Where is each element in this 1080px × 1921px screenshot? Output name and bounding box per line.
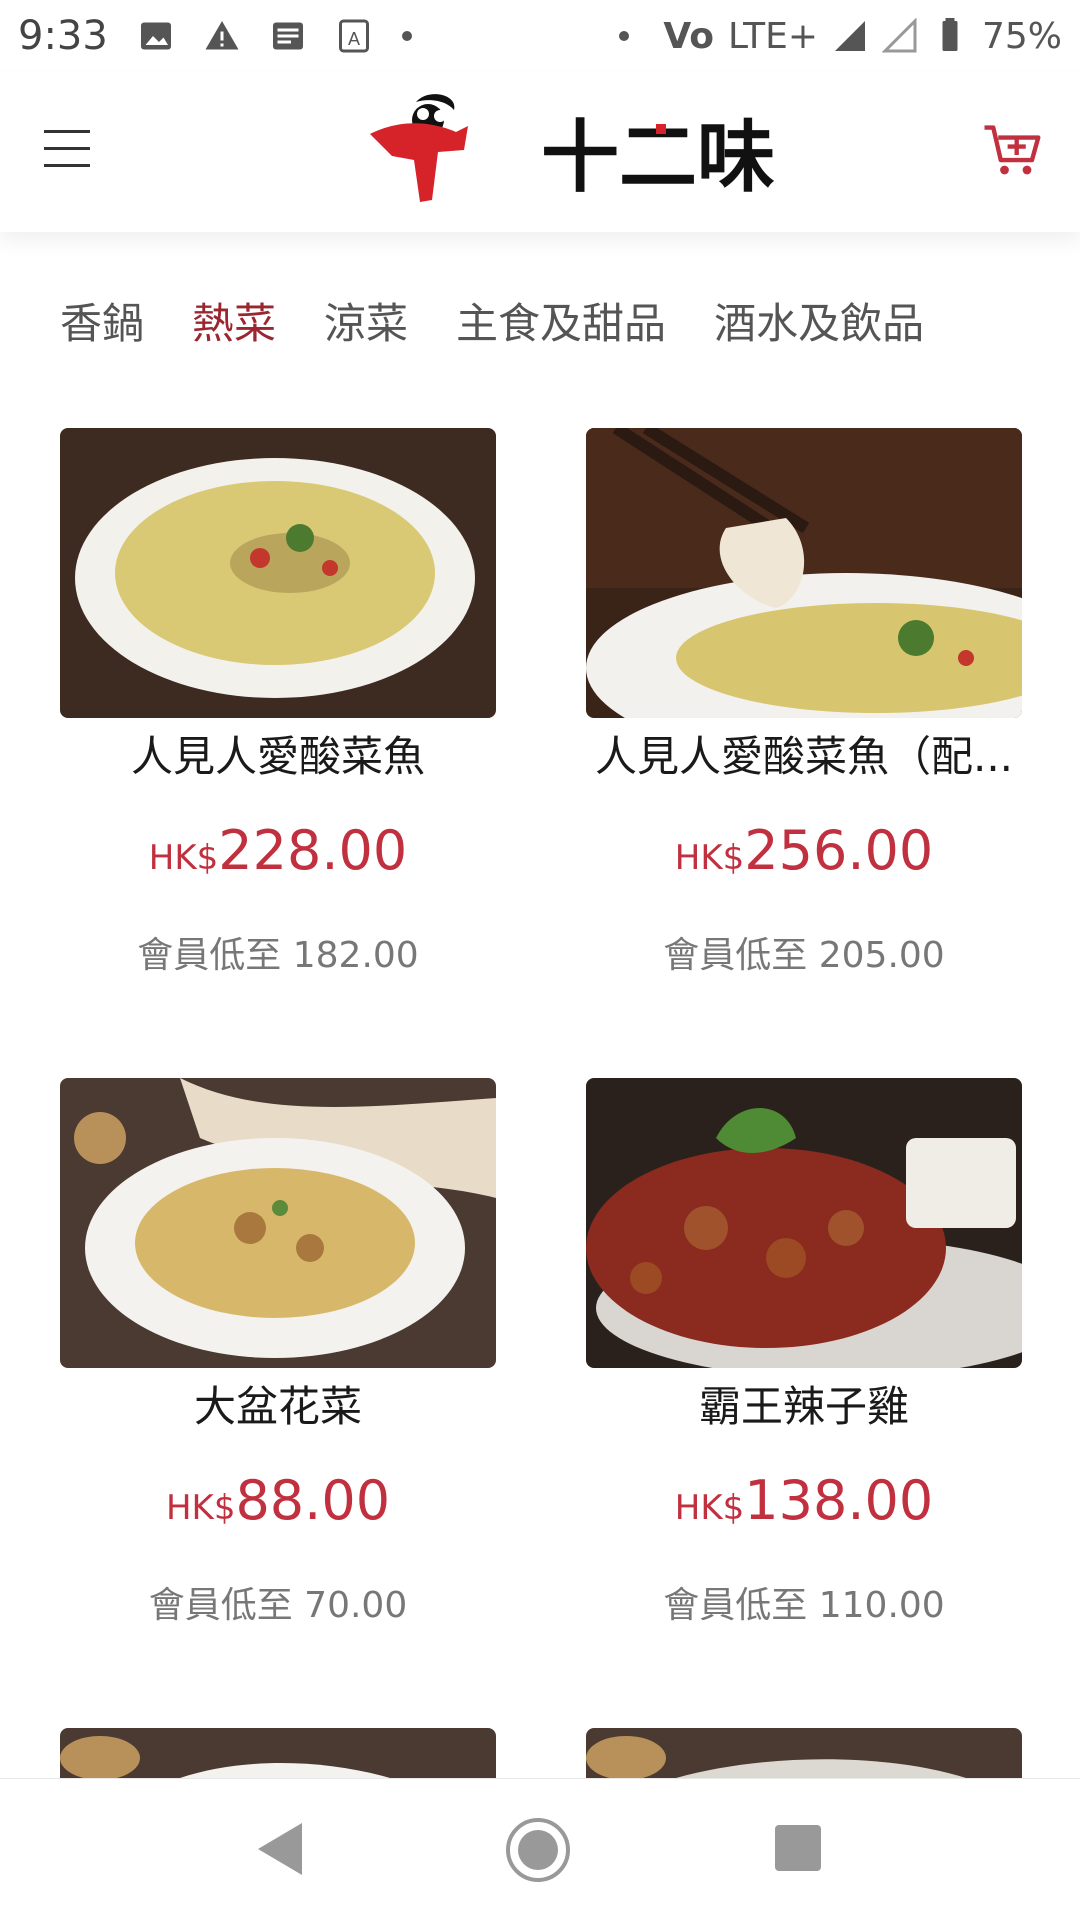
back-triangle-icon[interactable] xyxy=(252,1819,308,1879)
price-currency: HK$ xyxy=(165,1488,236,1528)
tab-hot-dishes[interactable]: 熱菜 xyxy=(192,290,276,351)
notification-dot-icon xyxy=(401,31,412,41)
battery-percent: 75% xyxy=(981,15,1062,57)
product-price: HK$88.00 xyxy=(60,1466,496,1536)
panda-mascot-icon: 十二味 xyxy=(370,94,775,203)
product-name: 人見人愛酸菜魚（配... xyxy=(594,732,1014,781)
product-card[interactable]: 人見人愛酸菜魚 HK$228.00 會員低至 182.00 xyxy=(60,428,496,978)
price-amount: 88.00 xyxy=(235,1469,391,1532)
tab-drinks[interactable]: 酒水及飲品 xyxy=(714,290,924,351)
recent-apps-icon[interactable] xyxy=(775,1825,821,1871)
price-currency: HK$ xyxy=(674,1488,745,1528)
cart-add-icon[interactable] xyxy=(982,120,1042,180)
product-name: 霸王辣子雞 xyxy=(698,1382,909,1431)
notification-dot-icon xyxy=(619,31,630,41)
signal-icon xyxy=(834,21,865,51)
tab-cold-dishes[interactable]: 涼菜 xyxy=(324,290,408,351)
clock: 9:33 xyxy=(18,13,108,59)
brand-logo: 十二味 xyxy=(368,90,848,214)
price-currency: HK$ xyxy=(674,838,745,878)
member-price: 會員低至 110.00 xyxy=(663,1585,945,1626)
member-price: 會員低至 70.00 xyxy=(148,1585,408,1626)
product-image[interactable] xyxy=(586,1078,1022,1368)
product-card[interactable]: 大盆花菜 HK$88.00 會員低至 70.00 xyxy=(60,1078,496,1628)
product-price: HK$138.00 xyxy=(586,1466,1022,1536)
svg-text:A: A xyxy=(348,29,360,49)
product-price: HK$256.00 xyxy=(586,816,1022,886)
home-circle-icon[interactable] xyxy=(505,1817,571,1883)
member-price: 會員低至 205.00 xyxy=(663,935,945,976)
volte-label: Vo xyxy=(663,15,714,57)
product-image[interactable] xyxy=(586,1728,1022,1778)
product-card[interactable]: 人見人愛酸菜魚（配... HK$256.00 會員低至 205.00 xyxy=(586,428,1022,978)
product-name: 人見人愛酸菜魚 xyxy=(130,732,425,781)
price-amount: 228.00 xyxy=(218,819,408,882)
price-amount: 256.00 xyxy=(744,819,934,882)
category-tabs: 香鍋 熱菜 涼菜 主食及甜品 酒水及飲品 xyxy=(60,290,924,351)
warning-icon xyxy=(205,21,239,50)
battery-icon xyxy=(942,18,958,51)
product-price: HK$228.00 xyxy=(60,816,496,886)
image-icon xyxy=(140,22,171,50)
tab-staples-desserts[interactable]: 主食及甜品 xyxy=(456,290,666,351)
product-image[interactable] xyxy=(60,1078,496,1368)
product-image[interactable] xyxy=(60,428,496,718)
product-card[interactable]: 霸王辣子雞 HK$138.00 會員低至 110.00 xyxy=(586,1078,1022,1628)
message-icon xyxy=(272,22,303,50)
price-amount: 138.00 xyxy=(744,1469,934,1532)
member-price: 會員低至 182.00 xyxy=(137,935,419,976)
product-name: 大盆花菜 xyxy=(193,1382,362,1431)
product-image[interactable] xyxy=(60,1728,496,1778)
system-nav-bar xyxy=(0,1778,1080,1921)
hamburger-menu-icon[interactable] xyxy=(44,130,90,170)
tab-hot-pot[interactable]: 香鍋 xyxy=(60,290,144,351)
app-header: 十二味 xyxy=(0,72,1080,232)
translate-icon: A xyxy=(338,19,369,53)
product-image[interactable] xyxy=(586,428,1022,718)
price-currency: HK$ xyxy=(148,838,219,878)
signal-empty-icon xyxy=(881,18,917,53)
status-bar: 9:33 A Vo LTE+ 75% xyxy=(0,0,1080,72)
network-label: LTE+ xyxy=(727,15,818,57)
